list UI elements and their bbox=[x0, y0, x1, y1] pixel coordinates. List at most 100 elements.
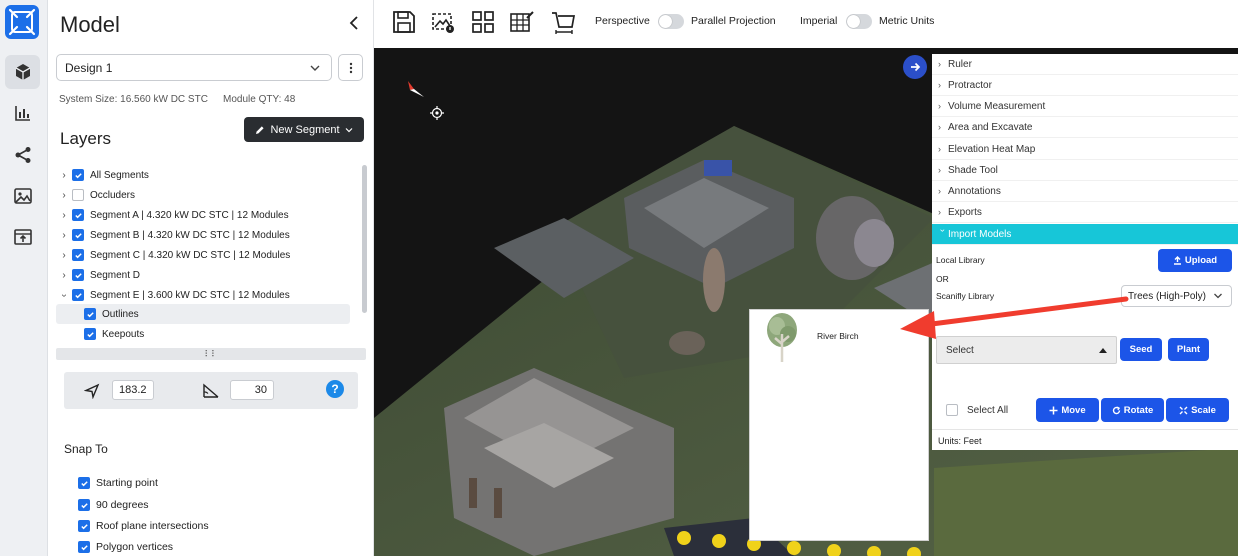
snap-option[interactable]: 90 degrees bbox=[78, 497, 149, 513]
layer-row[interactable]: › Segment C | 4.320 kW DC STC | 12 Modul… bbox=[56, 245, 356, 265]
design-select[interactable]: Design 1 bbox=[56, 54, 332, 81]
share-icon[interactable] bbox=[5, 138, 40, 172]
module-qty: Module QTY: 48 bbox=[223, 94, 296, 105]
image-snapshot-icon[interactable] bbox=[430, 9, 456, 35]
collapse-tools-arrow-icon[interactable] bbox=[903, 55, 927, 79]
save-icon[interactable] bbox=[391, 9, 417, 35]
layer-row[interactable]: › All Segments bbox=[56, 165, 356, 185]
layer-checkbox[interactable] bbox=[84, 308, 96, 320]
snap-checkbox[interactable] bbox=[78, 499, 90, 511]
metric-units-label: Metric Units bbox=[879, 15, 935, 27]
tool-label: Elevation Heat Map bbox=[948, 143, 1036, 155]
snap-checkbox[interactable] bbox=[78, 520, 90, 532]
layer-checkbox[interactable] bbox=[72, 189, 84, 201]
divider bbox=[932, 429, 1238, 430]
chevron-right-icon: › bbox=[938, 144, 941, 154]
layer-checkbox[interactable] bbox=[72, 209, 84, 221]
units-toggle[interactable] bbox=[846, 14, 872, 29]
local-library-label: Local Library bbox=[936, 255, 985, 265]
library-select-value: Trees (High-Poly) bbox=[1128, 290, 1206, 302]
tool-label: Shade Tool bbox=[948, 164, 998, 176]
tool-exports[interactable]: › Exports bbox=[932, 202, 1238, 223]
tool-import-models[interactable]: › Import Models bbox=[932, 224, 1238, 245]
tool-label: Exports bbox=[948, 206, 982, 218]
layer-checkbox[interactable] bbox=[84, 328, 96, 340]
tool-ruler[interactable]: › Ruler bbox=[932, 54, 1238, 75]
snap-option[interactable]: Polygon vertices bbox=[78, 539, 173, 555]
system-size: System Size: 16.560 kW DC STC bbox=[59, 94, 208, 105]
snap-option[interactable]: Roof plane intersections bbox=[78, 518, 209, 534]
image-gallery-icon[interactable] bbox=[5, 179, 40, 213]
table-edit-icon[interactable] bbox=[509, 9, 535, 35]
upload-label: Upload bbox=[1184, 255, 1218, 266]
or-label: OR bbox=[936, 274, 949, 284]
snap-checkbox[interactable] bbox=[78, 477, 90, 489]
collapse-caret-icon[interactable]: › bbox=[59, 287, 70, 303]
upload-export-icon[interactable] bbox=[5, 220, 40, 254]
layer-row[interactable]: › Segment B | 4.320 kW DC STC | 12 Modul… bbox=[56, 225, 356, 245]
layers-scrollbar[interactable] bbox=[362, 165, 367, 313]
layer-label: Keepouts bbox=[102, 328, 145, 340]
expand-caret-icon[interactable]: › bbox=[56, 270, 72, 281]
layers-list: › All Segments › Occluders › Segment A |… bbox=[56, 164, 370, 347]
layer-row[interactable]: › Segment E | 3.600 kW DC STC | 12 Modul… bbox=[56, 285, 356, 305]
tool-label: Import Models bbox=[948, 228, 1012, 240]
tree-thumbnail-icon bbox=[767, 313, 797, 362]
layer-row[interactable]: › Segment D bbox=[56, 265, 356, 285]
perspective-label: Perspective bbox=[595, 15, 650, 27]
model-cube-icon[interactable] bbox=[5, 55, 40, 89]
snap-checkbox[interactable] bbox=[78, 541, 90, 553]
app-logo-icon[interactable] bbox=[5, 5, 39, 39]
tool-elevation-heat-map[interactable]: › Elevation Heat Map bbox=[932, 139, 1238, 160]
tool-annotations[interactable]: › Annotations bbox=[932, 181, 1238, 202]
new-segment-button[interactable]: New Segment bbox=[244, 117, 364, 142]
compass-icon[interactable] bbox=[400, 78, 430, 100]
select-all-checkbox[interactable] bbox=[946, 404, 958, 416]
resize-grip-icon[interactable]: ⠇⠇ bbox=[56, 348, 366, 360]
cart-measure-icon[interactable] bbox=[550, 9, 576, 35]
snap-option[interactable]: Starting point bbox=[78, 475, 158, 491]
layer-checkbox[interactable] bbox=[72, 289, 84, 301]
layer-checkbox[interactable] bbox=[72, 229, 84, 241]
analytics-chart-icon[interactable] bbox=[5, 96, 40, 130]
expand-caret-icon[interactable]: › bbox=[56, 230, 72, 241]
projection-toggle[interactable] bbox=[658, 14, 684, 29]
grid-view-icon[interactable] bbox=[470, 9, 496, 35]
rotate-button[interactable]: Rotate bbox=[1101, 398, 1164, 422]
azimuth-input[interactable]: 183.2 bbox=[112, 380, 154, 400]
tool-shade-tool[interactable]: › Shade Tool bbox=[932, 160, 1238, 181]
layer-checkbox[interactable] bbox=[72, 249, 84, 261]
tool-volume-measurement[interactable]: › Volume Measurement bbox=[932, 96, 1238, 117]
azimuth-arrow-icon bbox=[84, 383, 100, 399]
expand-caret-icon[interactable]: › bbox=[56, 190, 72, 201]
units-label: Units: Feet bbox=[938, 436, 982, 446]
expand-caret-icon[interactable]: › bbox=[56, 250, 72, 261]
tilt-input[interactable]: 30 bbox=[230, 380, 274, 400]
expand-caret-icon[interactable]: › bbox=[56, 170, 72, 181]
tool-protractor[interactable]: › Protractor bbox=[932, 75, 1238, 96]
design-options-button[interactable] bbox=[338, 54, 363, 81]
layer-row-outlines[interactable]: Outlines bbox=[56, 304, 350, 324]
recenter-target-icon[interactable] bbox=[430, 106, 444, 120]
expand-caret-icon[interactable]: › bbox=[56, 210, 72, 221]
tool-label: Annotations bbox=[948, 185, 1001, 197]
new-segment-label: New Segment bbox=[270, 123, 340, 136]
collapse-panel-chevron-icon[interactable] bbox=[344, 12, 364, 34]
layer-row[interactable]: › Segment A | 4.320 kW DC STC | 12 Modul… bbox=[56, 205, 356, 225]
layer-checkbox[interactable] bbox=[72, 169, 84, 181]
scale-button[interactable]: Scale bbox=[1166, 398, 1229, 422]
tool-area-excavate[interactable]: › Area and Excavate bbox=[932, 117, 1238, 138]
scale-icon bbox=[1179, 406, 1188, 414]
layer-row-keepouts[interactable]: Keepouts bbox=[56, 324, 356, 344]
move-button[interactable]: Move bbox=[1036, 398, 1099, 422]
select-all-option[interactable]: Select All bbox=[946, 404, 1008, 416]
help-button[interactable]: ? bbox=[326, 380, 344, 398]
layer-label: Segment C | 4.320 kW DC STC | 12 Modules bbox=[90, 249, 291, 261]
upload-button[interactable]: Upload bbox=[1158, 249, 1232, 272]
plant-button[interactable]: Plant bbox=[1168, 338, 1209, 361]
layer-checkbox[interactable] bbox=[72, 269, 84, 281]
layers-title: Layers bbox=[60, 129, 112, 148]
library-select[interactable]: Trees (High-Poly) bbox=[1121, 285, 1232, 307]
chevron-down-icon bbox=[1214, 293, 1222, 299]
layer-row[interactable]: › Occluders bbox=[56, 185, 356, 205]
